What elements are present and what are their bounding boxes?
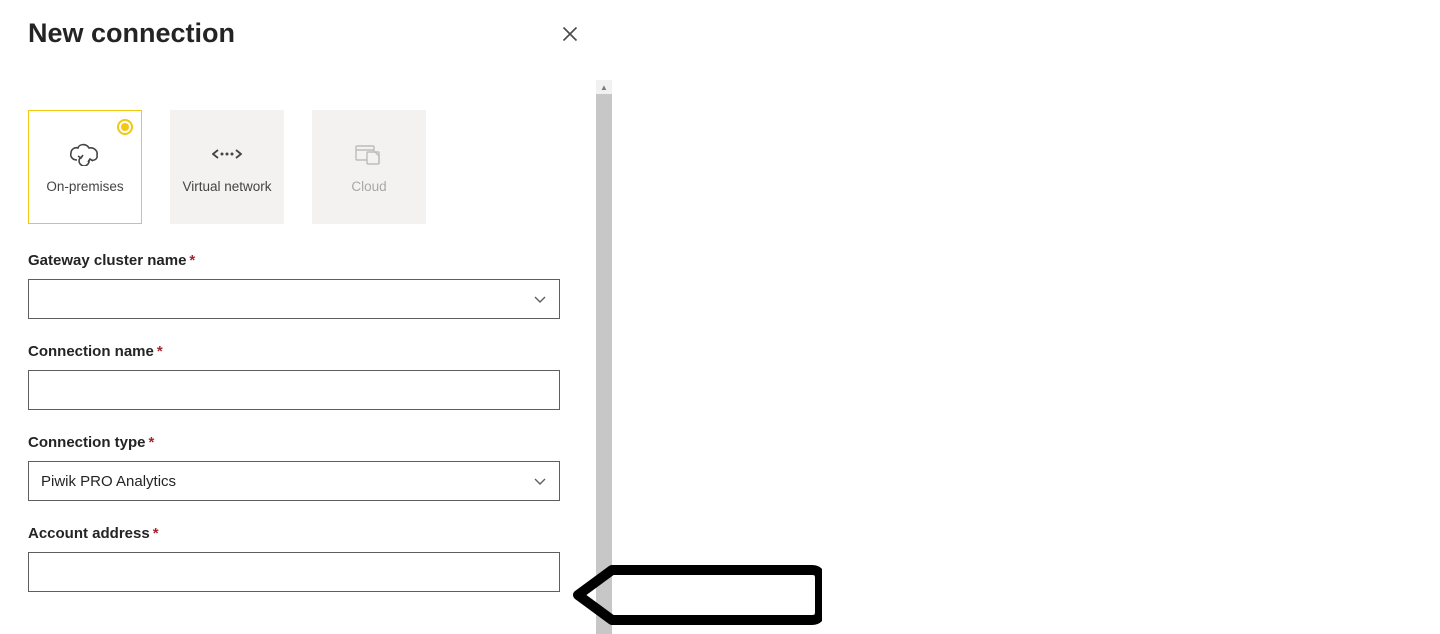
label-text: Connection type <box>28 434 146 451</box>
field-connection-name: Connection name* <box>28 343 568 410</box>
field-gateway-cluster: Gateway cluster name* <box>28 252 568 319</box>
cloud-file-icon <box>355 138 383 170</box>
panel-header: New connection <box>0 0 612 49</box>
required-asterisk-icon: * <box>189 252 195 269</box>
account-address-input[interactable] <box>28 552 560 592</box>
scroll-up-arrow-icon: ▲ <box>596 80 612 94</box>
chevron-down-icon <box>533 474 547 488</box>
field-label: Account address* <box>28 525 568 542</box>
tile-label: Cloud <box>345 178 392 196</box>
connection-type-select[interactable]: Piwik PRO Analytics <box>28 461 560 501</box>
select-value: Piwik PRO Analytics <box>41 473 176 490</box>
tile-label: On-premises <box>40 178 129 196</box>
field-account-address: Account address* <box>28 525 568 592</box>
field-connection-type: Connection type* Piwik PRO Analytics <box>28 434 568 501</box>
vnet-icon <box>212 138 242 170</box>
tile-cloud: Cloud <box>312 110 426 224</box>
required-asterisk-icon: * <box>149 434 155 451</box>
radio-selected-icon <box>117 119 133 135</box>
gateway-cluster-select[interactable] <box>28 279 560 319</box>
label-text: Connection name <box>28 343 154 360</box>
field-label: Connection name* <box>28 343 568 360</box>
label-text: Gateway cluster name <box>28 252 186 269</box>
close-button[interactable] <box>556 20 584 48</box>
tile-on-premises[interactable]: On-premises <box>28 110 142 224</box>
panel-title: New connection <box>28 18 235 49</box>
label-text: Account address <box>28 525 150 542</box>
required-asterisk-icon: * <box>153 525 159 542</box>
tile-label: Virtual network <box>176 178 277 196</box>
field-label: Gateway cluster name* <box>28 252 568 269</box>
cloud-sync-icon <box>68 138 102 170</box>
scrollbar[interactable]: ▲ <box>596 80 612 634</box>
connection-name-input[interactable] <box>28 370 560 410</box>
chevron-down-icon <box>533 292 547 306</box>
panel-content: On-premises Virtual network <box>28 110 568 616</box>
connection-location-tiles: On-premises Virtual network <box>28 110 568 224</box>
scroll-thumb[interactable] <box>596 94 612 634</box>
required-asterisk-icon: * <box>157 343 163 360</box>
field-label: Connection type* <box>28 434 568 451</box>
new-connection-panel: New connection ▲ On-p <box>0 0 612 634</box>
tile-virtual-network[interactable]: Virtual network <box>170 110 284 224</box>
close-icon <box>562 26 578 42</box>
